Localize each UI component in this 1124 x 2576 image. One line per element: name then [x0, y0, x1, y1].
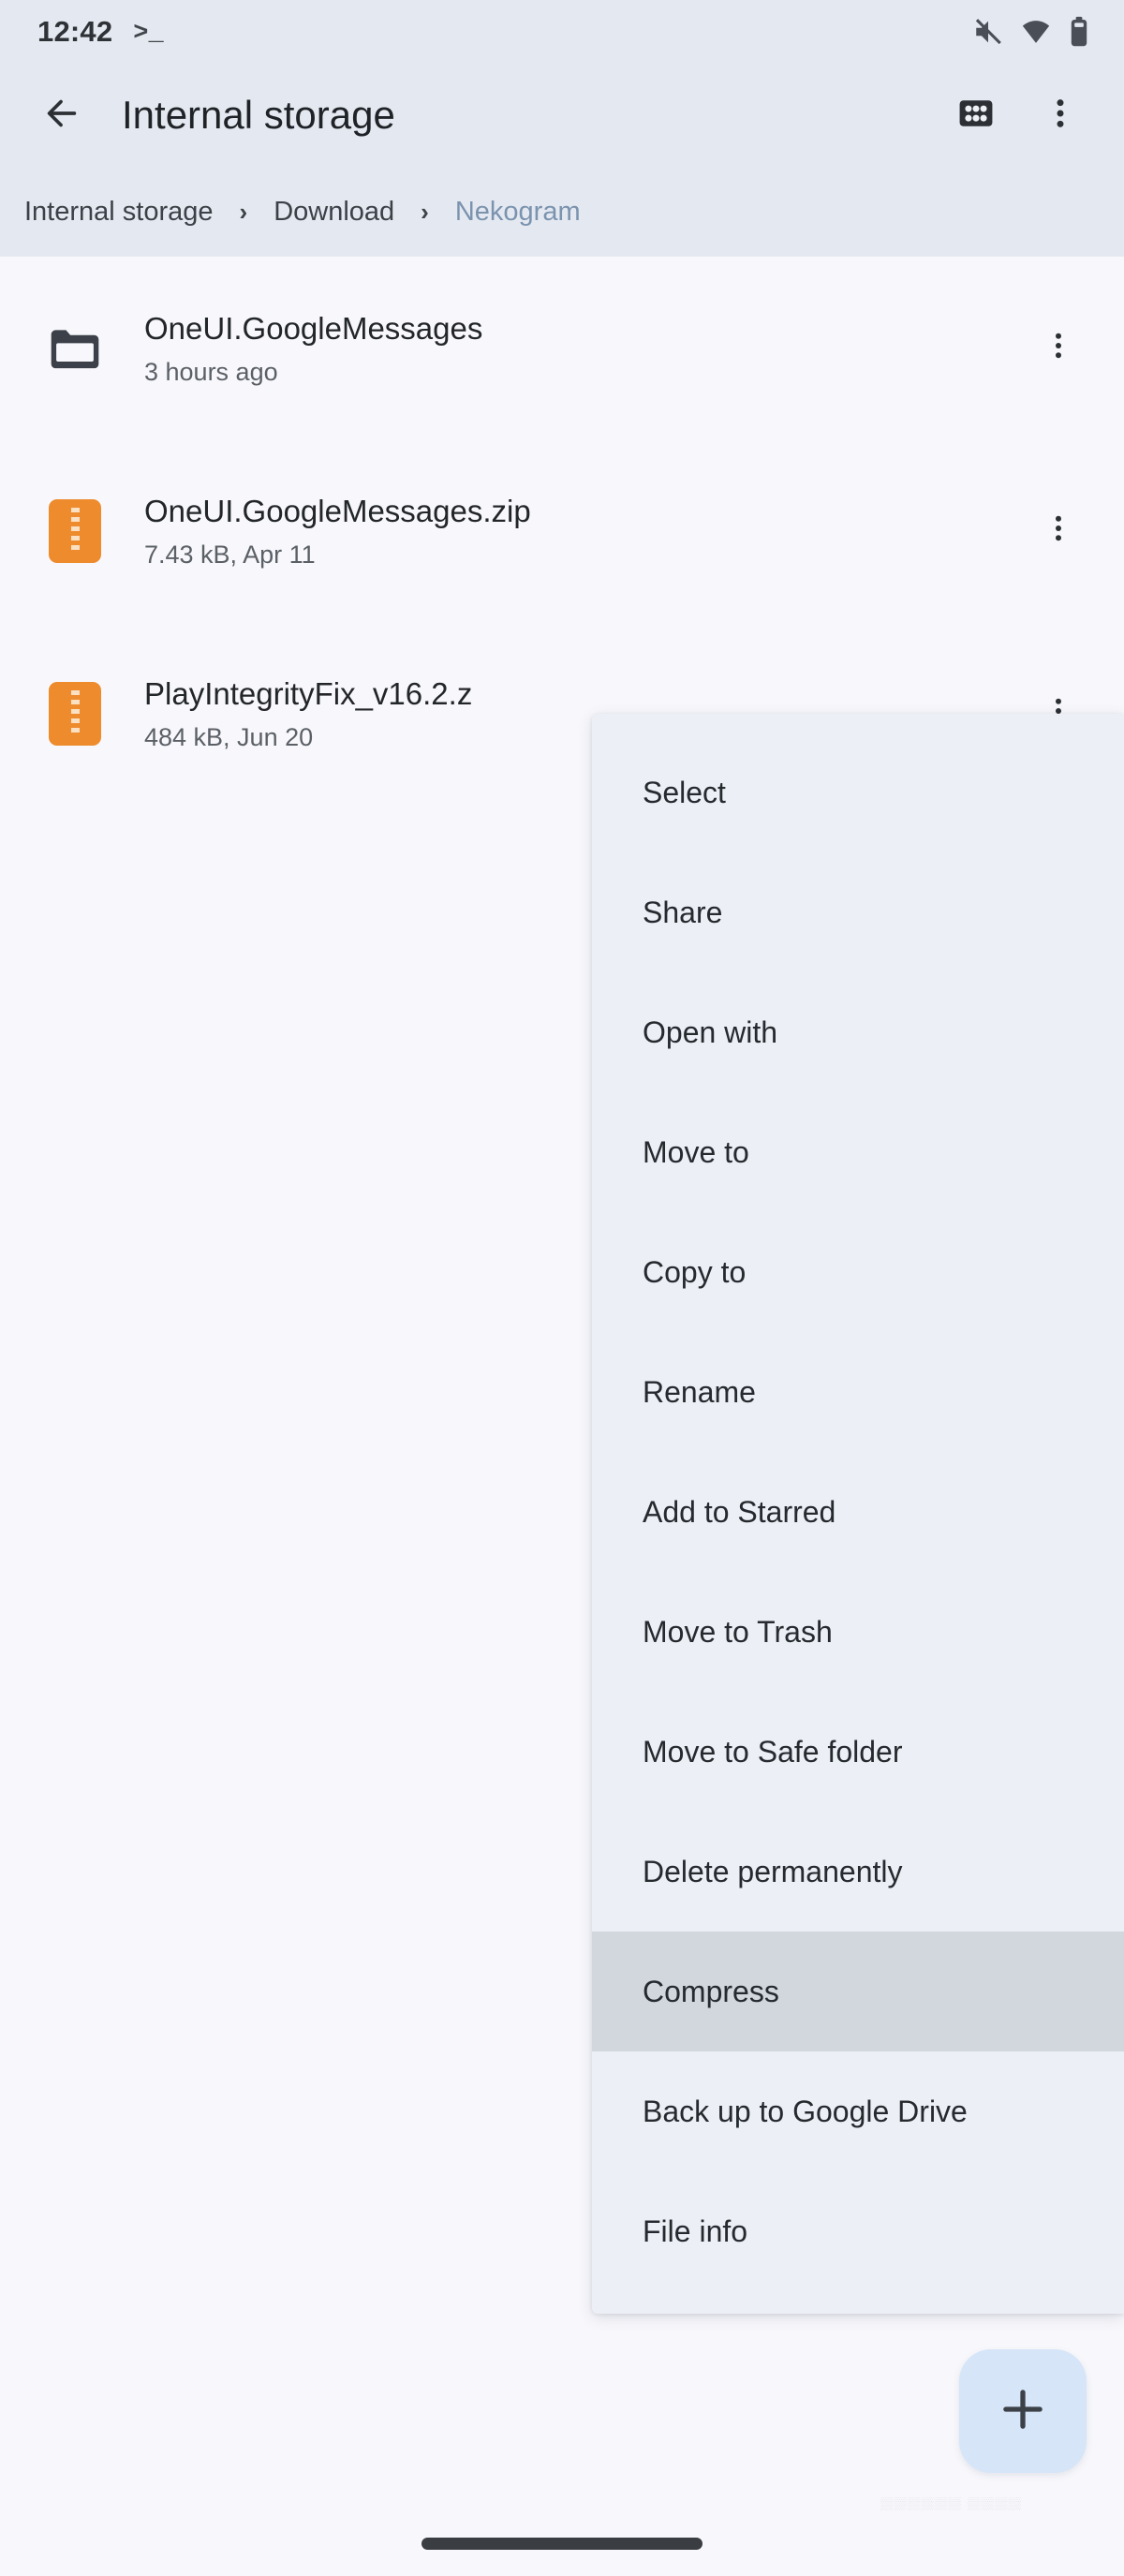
- zip-file-icon: [19, 475, 131, 587]
- zip-file-icon: [19, 658, 131, 770]
- mute-icon: [972, 16, 1004, 48]
- file-meta: 3 hours ago: [144, 357, 278, 386]
- plus-icon: [996, 2382, 1050, 2441]
- file-name: OneUI.GoogleMessages.zip: [144, 493, 531, 528]
- menu-item-move-to[interactable]: Move to: [592, 1092, 1124, 1212]
- breadcrumb-item-internal-storage[interactable]: Internal storage: [13, 191, 225, 233]
- file-text-block: OneUI.GoogleMessages 3 hours ago: [144, 309, 1021, 388]
- file-name: PlayIntegrityFix_v16.2.z: [144, 675, 473, 711]
- grid-view-button[interactable]: [942, 81, 1010, 149]
- phone-screen: 12:42 >_ Internal storage Internal stora…: [0, 0, 1124, 2576]
- file-name: OneUI.GoogleMessages: [144, 310, 483, 346]
- context-menu: Select Share Open with Move to Copy to R…: [592, 714, 1124, 2314]
- grid-view-icon: [955, 93, 997, 139]
- breadcrumb-item-download[interactable]: Download: [262, 191, 406, 233]
- file-meta: 7.43 kB, Apr 11: [144, 540, 316, 569]
- menu-item-move-to-trash[interactable]: Move to Trash: [592, 1572, 1124, 1692]
- menu-item-copy-to[interactable]: Copy to: [592, 1212, 1124, 1332]
- menu-item-add-to-starred[interactable]: Add to Starred: [592, 1452, 1124, 1572]
- file-text-block: OneUI.GoogleMessages.zip 7.43 kB, Apr 11: [144, 492, 1021, 570]
- status-clock: 12:42: [37, 15, 113, 48]
- folder-icon: [19, 292, 131, 405]
- chevron-right-icon: ›: [421, 198, 429, 226]
- status-bar-left: 12:42 >_: [37, 15, 164, 49]
- overflow-menu-icon: [1042, 95, 1079, 137]
- app-bar: Internal storage: [0, 64, 1124, 167]
- menu-item-rename[interactable]: Rename: [592, 1332, 1124, 1452]
- page-title: Internal storage: [122, 93, 395, 137]
- home-gesture-pill[interactable]: [422, 2537, 702, 2550]
- wifi-icon: [1020, 16, 1052, 48]
- battery-icon: [1068, 16, 1090, 48]
- menu-item-compress[interactable]: Compress: [592, 1932, 1124, 2051]
- add-button[interactable]: [959, 2349, 1087, 2473]
- overflow-menu-icon: [1042, 511, 1075, 550]
- menu-item-back-up-to-google-drive[interactable]: Back up to Google Drive: [592, 2051, 1124, 2171]
- chevron-right-icon: ›: [239, 198, 248, 226]
- zip-glyph: [49, 681, 101, 746]
- zip-glyph: [49, 498, 101, 563]
- menu-item-file-info[interactable]: File info: [592, 2171, 1124, 2291]
- breadcrumb: Internal storage › Download › Nekogram: [0, 167, 1124, 257]
- overflow-menu-button[interactable]: [1027, 81, 1094, 149]
- breadcrumb-item-nekogram[interactable]: Nekogram: [444, 191, 592, 233]
- status-bar-right: [972, 16, 1090, 48]
- status-bar: 12:42 >_: [0, 0, 1124, 64]
- menu-item-delete-permanently[interactable]: Delete permanently: [592, 1812, 1124, 1932]
- menu-item-select[interactable]: Select: [592, 733, 1124, 852]
- table-row[interactable]: OneUI.GoogleMessages.zip 7.43 kB, Apr 11: [0, 439, 1124, 622]
- row-overflow-button[interactable]: [1021, 297, 1096, 400]
- menu-item-move-to-safe-folder[interactable]: Move to Safe folder: [592, 1692, 1124, 1812]
- row-overflow-button[interactable]: [1021, 480, 1096, 583]
- table-row[interactable]: OneUI.GoogleMessages 3 hours ago: [0, 257, 1124, 439]
- gesture-nav-bar: [0, 2510, 1124, 2576]
- back-button[interactable]: [28, 81, 96, 149]
- back-arrow-icon: [40, 92, 83, 140]
- menu-item-open-with[interactable]: Open with: [592, 972, 1124, 1092]
- overflow-menu-icon: [1042, 329, 1075, 367]
- terminal-icon: >_: [133, 19, 164, 48]
- menu-item-share[interactable]: Share: [592, 852, 1124, 972]
